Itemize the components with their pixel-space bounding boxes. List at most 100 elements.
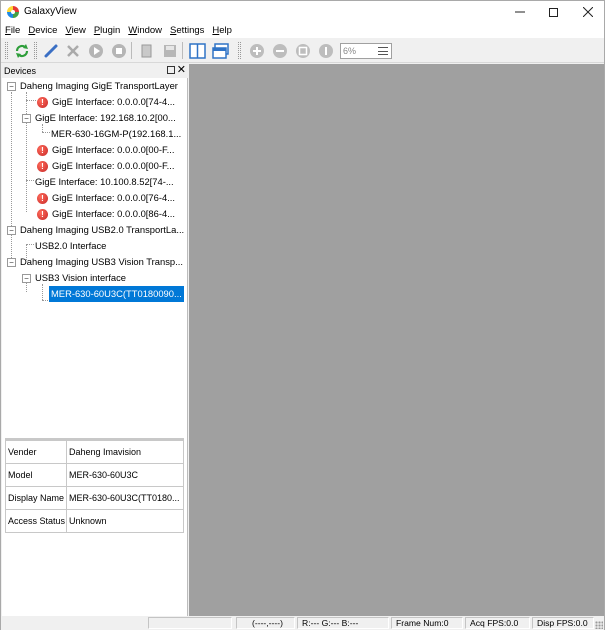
property-key: Access Status (5, 509, 67, 533)
play-icon (88, 43, 103, 58)
minimize-button[interactable] (501, 1, 538, 23)
toolbar (1, 38, 604, 63)
tree-node-usb3-transport[interactable]: Daheng Imaging USB3 Vision Transp... (20, 254, 183, 270)
tree-node-interface[interactable]: GigE Interface: 0.0.0.0[00-F... (52, 142, 174, 158)
maximize-icon (549, 7, 558, 17)
stop-icon (111, 43, 126, 58)
save-image-button[interactable] (160, 41, 179, 60)
collapse-toggle[interactable]: − (22, 274, 31, 283)
close-device-button[interactable] (63, 41, 82, 60)
tree-line (42, 284, 43, 300)
status-cell-blank (148, 617, 232, 629)
menu-settings[interactable]: Settings (166, 25, 208, 36)
property-value: Unknown (66, 509, 184, 533)
pen-icon (44, 44, 57, 57)
tree-line (26, 180, 34, 181)
error-icon: ! (37, 145, 48, 156)
menu-plugin[interactable]: Plugin (90, 25, 124, 36)
tree-line (26, 92, 27, 212)
menu-bar: File Device View Plugin Window Settings … (1, 23, 604, 38)
fit-icon (295, 43, 310, 58)
maximize-button[interactable] (535, 1, 572, 23)
table-row: Access Status Unknown (5, 509, 184, 533)
menu-help[interactable]: Help (208, 25, 236, 36)
tree-line (26, 100, 36, 101)
save-icon (163, 44, 176, 57)
tree-node-device[interactable]: MER-630-16GM-P(192.168.1... (51, 126, 181, 142)
tree-node-usb2-transport[interactable]: Daheng Imaging USB2.0 TransportLa... (20, 222, 184, 238)
multi-window-button[interactable] (211, 41, 230, 60)
close-panel-icon[interactable]: ✕ (177, 63, 186, 77)
zoom-level-value: 6% (343, 46, 357, 56)
start-acquisition-button[interactable] (86, 41, 105, 60)
close-icon (582, 7, 593, 17)
collapse-toggle[interactable]: − (22, 114, 31, 123)
title-bar: GalaxyView (1, 1, 604, 23)
tree-node-interface[interactable]: GigE Interface: 0.0.0.0[00-F... (52, 158, 174, 174)
menu-device[interactable]: Device (24, 25, 61, 36)
collapse-toggle[interactable]: − (7, 258, 16, 267)
device-tree: − − − − − ! ! ! ! ! Daheng Imaging GigE … (2, 78, 186, 438)
property-key: Vender (5, 440, 67, 464)
float-panel-icon[interactable] (167, 66, 175, 74)
collapse-toggle[interactable]: − (7, 226, 16, 235)
close-button[interactable] (569, 1, 605, 23)
zoom-in-button[interactable] (247, 41, 266, 60)
actual-size-button[interactable] (316, 41, 335, 60)
single-view-button[interactable] (188, 41, 207, 60)
device-properties-table: Vender Daheng Imavision Model MER-630-60… (5, 438, 184, 533)
tree-node-gige-transport[interactable]: Daheng Imaging GigE TransportLayer (20, 78, 178, 94)
error-icon: ! (37, 161, 48, 172)
window-title: GalaxyView (24, 6, 77, 17)
tree-line (42, 132, 50, 133)
stop-acquisition-button[interactable] (109, 41, 128, 60)
tree-node-interface[interactable]: GigE Interface: 0.0.0.0[76-4... (52, 190, 175, 206)
open-device-button[interactable] (41, 41, 60, 60)
zoom-slider-icon[interactable] (378, 47, 388, 55)
property-key: Display Name (5, 486, 67, 510)
status-bar: (----,----) R:--- G:--- B:--- Frame Num:… (1, 616, 604, 630)
property-value: MER-630-60U3C (66, 463, 184, 487)
tree-node-interface[interactable]: GigE Interface: 10.100.8.52[74-... (35, 174, 174, 190)
table-row: Model MER-630-60U3C (5, 463, 184, 487)
tree-node-device-selected[interactable]: MER-630-60U3C(TT0180090... (49, 286, 184, 302)
tree-line (42, 300, 48, 301)
actual-size-icon (318, 43, 333, 58)
property-value: MER-630-60U3C(TT0180... (66, 486, 184, 510)
collapse-toggle[interactable]: − (7, 82, 16, 91)
toolbar-grip[interactable] (238, 42, 241, 59)
devices-panel-title: Devices (4, 66, 37, 76)
error-icon: ! (37, 209, 48, 220)
tree-node-interface[interactable]: GigE Interface: 0.0.0.0[86-4... (52, 206, 175, 222)
snapshot-button[interactable] (137, 41, 156, 60)
status-frame-num: Frame Num:0 (391, 617, 463, 629)
table-row: Vender Daheng Imavision (5, 440, 184, 464)
toolbar-separator (182, 42, 183, 59)
status-coords: (----,----) (236, 617, 295, 629)
devices-dock-header: Devices ✕ (2, 64, 188, 78)
snapshot-icon (141, 44, 151, 57)
toolbar-grip[interactable] (34, 42, 37, 59)
zoom-level-field[interactable]: 6% (340, 43, 392, 59)
zoom-out-icon (272, 43, 287, 58)
toolbar-grip[interactable] (5, 42, 8, 59)
tree-node-interface[interactable]: USB2.0 Interface (35, 238, 106, 254)
menu-window[interactable]: Window (124, 25, 166, 36)
status-acq-fps: Acq FPS:0.0 (465, 617, 530, 629)
refresh-devices-button[interactable] (12, 41, 31, 60)
panel-layout-icon (189, 42, 206, 59)
status-disp-fps: Disp FPS:0.0 (532, 617, 594, 629)
tree-node-interface[interactable]: GigE Interface: 0.0.0.0[74-4... (52, 94, 175, 110)
menu-view[interactable]: View (61, 25, 89, 36)
error-icon: ! (37, 97, 48, 108)
zoom-out-button[interactable] (270, 41, 289, 60)
tree-node-interface[interactable]: USB3 Vision interface (35, 270, 126, 286)
fit-window-button[interactable] (293, 41, 312, 60)
resize-grip[interactable] (595, 621, 603, 629)
tree-node-interface[interactable]: GigE Interface: 192.168.10.2[00... (35, 110, 176, 126)
error-icon: ! (37, 193, 48, 204)
main-window: GalaxyView File Device View Plugin Windo… (0, 0, 605, 630)
image-display-area[interactable] (189, 64, 604, 616)
menu-file[interactable]: File (1, 25, 24, 36)
devices-dock: Devices ✕ − − − − − ! ! ! ! ! Daheng Ima… (2, 64, 188, 616)
